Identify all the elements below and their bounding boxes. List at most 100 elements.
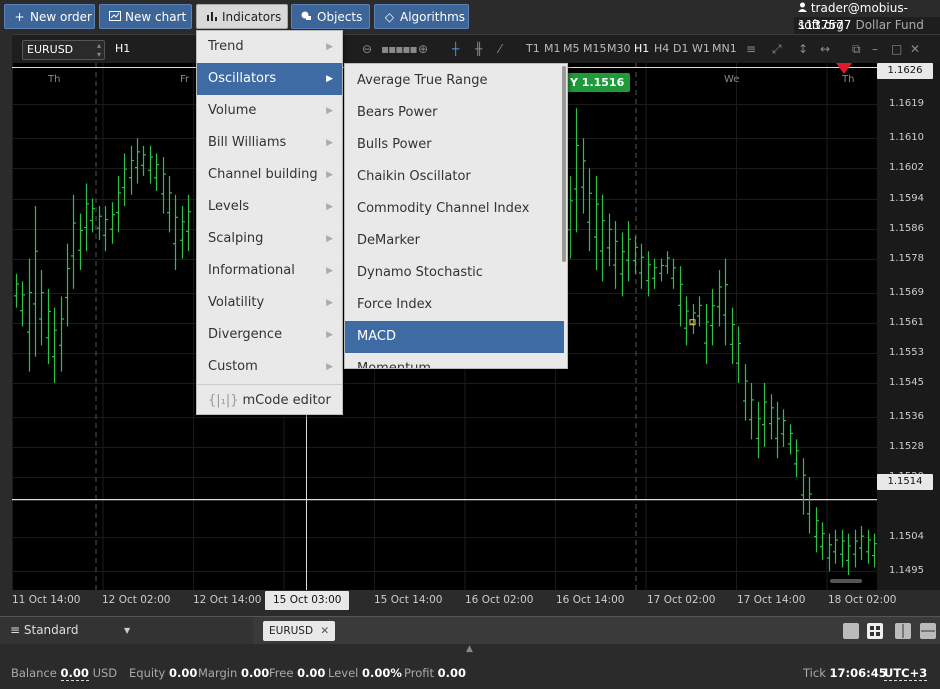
zoom-slider[interactable]: ▪▪▪▪▪ <box>381 41 418 57</box>
indicator-category-trend[interactable]: Trend ▶ <box>197 31 342 63</box>
price-bar <box>613 221 618 289</box>
expand-panel-icon[interactable]: ▲ <box>466 644 473 654</box>
oscillator-dynamo-stochastic[interactable]: Dynamo Stochastic <box>345 257 564 289</box>
price-tick: 1.1545 <box>889 376 924 388</box>
timeframe-m1[interactable]: M1 <box>544 42 561 56</box>
bar-type-icon[interactable]: ┼ <box>452 41 459 57</box>
timeframe-h4[interactable]: H4 <box>654 42 669 56</box>
price-bar <box>594 175 599 271</box>
price-bar <box>743 364 748 421</box>
price-bar <box>97 206 102 240</box>
submenu-scrollbar[interactable] <box>562 66 566 262</box>
submenu-arrow-icon: ▶ <box>326 362 333 372</box>
price-bar <box>639 243 644 289</box>
layout-grid-icon[interactable] <box>867 623 883 639</box>
indicator-category-bill-williams[interactable]: Bill Williams ▶ <box>197 127 342 159</box>
trendline-icon[interactable]: ⤢ <box>772 41 782 57</box>
oscillator-average-true-range[interactable]: Average True Range <box>345 65 564 97</box>
algorithms-button[interactable]: ◇ Algorithms <box>374 4 469 29</box>
price-bar <box>794 439 799 478</box>
time-axis[interactable]: 11 Oct 14:00 12 Oct 02:00 12 Oct 14:00 15 O… <box>0 590 940 612</box>
day-label: Fr <box>180 74 190 85</box>
price-tick: 1.1561 <box>889 316 924 328</box>
oscillator-force-index[interactable]: Force Index <box>345 289 564 321</box>
oscillator-chaikin-oscillator[interactable]: Chaikin Oscillator <box>345 161 564 193</box>
menu-item-label: Divergence <box>208 327 283 342</box>
chart-tab-eurusd[interactable]: EURUSD ✕ <box>263 621 336 641</box>
price-axis[interactable]: 1.1619 1.1610 1.1602 1.1594 1.1586 1.1578 1.15… <box>877 63 940 590</box>
price-bar <box>574 108 579 233</box>
detach-icon[interactable]: ⧉ <box>852 41 861 57</box>
layout-single-icon[interactable] <box>843 623 859 639</box>
line-type-icon[interactable]: ⁄ <box>499 41 501 57</box>
timeframe-h1[interactable]: H1 <box>634 42 649 56</box>
indicators-button[interactable]: Indicators <box>196 4 288 29</box>
minimize-icon[interactable]: – <box>872 41 878 57</box>
indicator-category-levels[interactable]: Levels ▶ <box>197 191 342 223</box>
menu-item-label: Channel building <box>208 167 318 182</box>
indicator-category-volatility[interactable]: Volatility ▶ <box>197 287 342 319</box>
timeframe-d1[interactable]: D1 <box>673 42 688 56</box>
indicator-settings-icon[interactable]: ≡ <box>746 41 756 57</box>
layout-rows-icon[interactable] <box>920 623 936 639</box>
indicator-category-informational[interactable]: Informational ▶ <box>197 255 342 287</box>
indicator-category-volume[interactable]: Volume ▶ <box>197 95 342 127</box>
new-order-button[interactable]: + New order <box>4 4 95 29</box>
oscillator-bulls-power[interactable]: Bulls Power <box>345 129 564 161</box>
submenu-arrow-icon: ▶ <box>326 138 333 148</box>
symbol-selector[interactable]: EURUSD ▴ ▾ <box>22 40 105 60</box>
time-tick: 15 Oct 14:00 <box>374 594 443 606</box>
candle-type-icon[interactable]: ╫ <box>475 41 482 57</box>
layout-columns-icon[interactable] <box>895 623 911 639</box>
zoom-in-icon[interactable]: ⊕ <box>418 41 428 57</box>
zoom-out-icon[interactable]: ⊖ <box>362 41 372 57</box>
price-bar <box>122 153 127 207</box>
timeframe-m15[interactable]: M15 <box>583 42 607 56</box>
timeframe-w1[interactable]: W1 <box>692 42 710 56</box>
price-bar <box>129 145 134 195</box>
submenu-arrow-icon: ▶ <box>326 106 333 116</box>
vertical-line-icon[interactable]: ↕ <box>798 41 808 57</box>
price-bar <box>652 258 657 289</box>
new-chart-button[interactable]: New chart <box>99 4 192 29</box>
price-tick: 1.1594 <box>889 192 924 204</box>
timezone-selector[interactable]: UTC+3 <box>884 666 928 681</box>
price-bar <box>866 529 871 564</box>
indicator-category-divergence[interactable]: Divergence ▶ <box>197 319 342 351</box>
spin-icon: ▴ ▾ <box>96 41 101 59</box>
submenu-arrow-icon: ▶ <box>326 330 333 340</box>
close-tab-icon[interactable]: ✕ <box>320 625 329 637</box>
oscillator-demarker[interactable]: DeMarker <box>345 225 564 257</box>
user-label: trader@mobius-soft.org <box>794 0 940 32</box>
time-tick: 18 Oct 02:00 <box>828 594 897 606</box>
price-bar <box>671 258 676 289</box>
mcode-editor-item[interactable]: {|₁|} mCode editor <box>197 385 342 417</box>
maximize-icon[interactable]: □ <box>891 41 902 57</box>
menu-item-label: Volume <box>208 103 257 118</box>
chart-scrollbar[interactable] <box>830 579 862 583</box>
timeframe-m5[interactable]: M5 <box>563 42 580 56</box>
oscillator-bears-power[interactable]: Bears Power <box>345 97 564 129</box>
timeframe-mn1[interactable]: MN1 <box>712 42 737 56</box>
price-bar <box>33 206 38 357</box>
timeframe-m30[interactable]: M30 <box>607 42 631 56</box>
indicator-category-channel-building[interactable]: Channel building ▶ <box>197 159 342 191</box>
oscillator-commodity-channel-index[interactable]: Commodity Channel Index <box>345 193 564 225</box>
oscillator-macd[interactable]: MACD <box>345 321 564 353</box>
timeframe-t1[interactable]: T1 <box>526 42 540 56</box>
close-icon[interactable]: ✕ <box>910 41 920 57</box>
indicator-category-scalping[interactable]: Scalping ▶ <box>197 223 342 255</box>
indicator-category-custom[interactable]: Custom ▶ <box>197 351 342 383</box>
price-bar <box>788 424 793 455</box>
layout-selector[interactable]: ≡ Standard ▼ <box>0 617 253 644</box>
horizontal-line-icon[interactable]: ↔ <box>820 41 830 57</box>
indicator-category-oscillators[interactable]: Oscillators ▶ <box>197 63 342 95</box>
account-panel[interactable]: trader@mobius-soft.org 1137577Dollar Fun… <box>794 0 940 34</box>
diamond-icon: ◇ <box>384 10 395 24</box>
price-tick: 1.1578 <box>889 252 924 264</box>
chevron-down-icon: ▼ <box>124 626 131 635</box>
objects-button[interactable]: Objects <box>291 4 370 29</box>
price-bar <box>581 138 586 214</box>
submenu-arrow-icon: ▶ <box>326 234 333 244</box>
oscillator-momentum[interactable]: Momentum <box>345 353 564 368</box>
